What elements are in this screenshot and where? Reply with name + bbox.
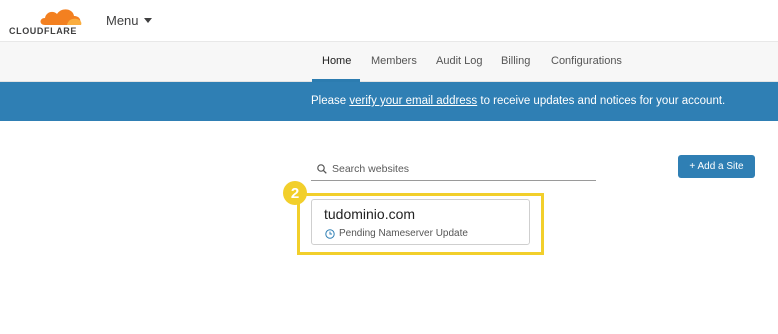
banner-message: Please verify your email address to rece… xyxy=(311,95,725,107)
cloudflare-logo[interactable]: CLOUDFLARE xyxy=(9,6,83,36)
brand-name: CLOUDFLARE xyxy=(9,26,77,36)
menu-label: Menu xyxy=(106,13,139,28)
site-card[interactable]: tudominio.com Pending Nameserver Update xyxy=(311,199,530,245)
menu-dropdown[interactable]: Menu xyxy=(106,13,152,28)
search-icon xyxy=(317,163,327,174)
banner-prefix: Please xyxy=(311,95,350,107)
search-bar xyxy=(311,157,596,181)
account-nav: Home Members Audit Log Billing Configura… xyxy=(0,42,778,82)
site-domain: tudominio.com xyxy=(324,206,416,222)
caret-down-icon xyxy=(143,18,152,23)
tab-home[interactable]: Home xyxy=(322,55,351,67)
site-status-text: Pending Nameserver Update xyxy=(339,228,468,239)
tab-configurations[interactable]: Configurations xyxy=(551,55,622,67)
add-site-button[interactable]: + Add a Site xyxy=(678,155,755,178)
verify-email-banner: Please verify your email address to rece… xyxy=(0,82,778,121)
step-number-badge: 2 xyxy=(283,181,307,205)
verify-email-link[interactable]: verify your email address xyxy=(349,95,477,107)
tab-audit-log[interactable]: Audit Log xyxy=(436,55,482,67)
top-header: CLOUDFLARE Menu xyxy=(0,0,778,42)
tab-billing[interactable]: Billing xyxy=(501,55,530,67)
cloud-logo-icon xyxy=(40,9,82,25)
banner-suffix: to receive updates and notices for your … xyxy=(477,95,726,107)
tab-members[interactable]: Members xyxy=(371,55,417,67)
site-status: Pending Nameserver Update xyxy=(325,228,468,239)
clock-icon xyxy=(325,228,335,239)
search-input[interactable] xyxy=(332,162,592,175)
